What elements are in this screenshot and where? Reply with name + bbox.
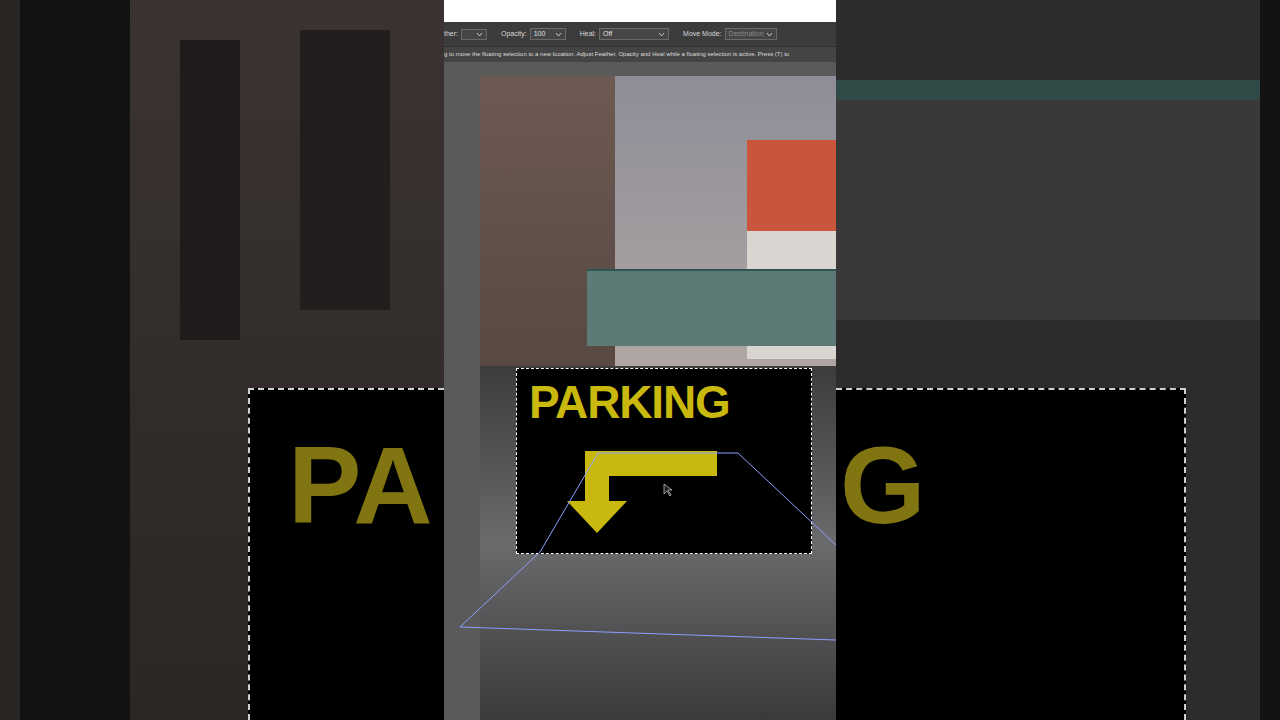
dropdown: Destination xyxy=(725,28,777,41)
blurred-background-left: PA xyxy=(0,0,444,720)
chevron-down-icon xyxy=(476,32,483,37)
field-label: Heal: xyxy=(580,29,596,40)
top-strip xyxy=(444,0,836,22)
workspace: PARKING xyxy=(444,62,836,720)
hint-bar: g to move the floating selection to a ne… xyxy=(444,46,836,62)
field-label: ther: xyxy=(444,29,458,40)
dropdown[interactable]: 100 xyxy=(530,28,566,41)
floating-selection-blur: G xyxy=(836,388,1186,720)
feather-field: ther: xyxy=(444,29,487,40)
heal-field: Heal:Off xyxy=(580,28,669,41)
options-bar: ther: Opacity:100 Heal:Off Move Mode:Destin… xyxy=(444,22,836,46)
arrow-icon xyxy=(567,449,717,539)
move-mode-field: Move Mode:Destination xyxy=(683,28,777,41)
parking-label: PARKING xyxy=(529,379,730,425)
chevron-down-icon xyxy=(555,32,562,37)
blurred-background-right: G xyxy=(836,0,1280,720)
field-label: Opacity: xyxy=(501,29,527,40)
dropdown[interactable]: Off xyxy=(599,28,669,41)
floating-selection-blur: PA xyxy=(248,388,444,720)
opacity-field: Opacity:100 xyxy=(501,28,566,41)
blurred-text: G xyxy=(840,430,926,540)
screen: PA ther: Opacity:100 Heal:Off Move Mode:Dest… xyxy=(0,0,1280,720)
photoshop-window: ther: Opacity:100 Heal:Off Move Mode:Destin… xyxy=(444,0,836,720)
chevron-down-icon xyxy=(766,32,773,37)
perspective-grid-icon xyxy=(444,0,836,720)
blurred-text: PA xyxy=(288,430,433,540)
input-field[interactable] xyxy=(461,29,487,40)
field-label: Move Mode: xyxy=(683,29,722,40)
document-canvas[interactable]: PARKING xyxy=(480,76,836,720)
chevron-down-icon xyxy=(658,32,665,37)
floating-selection[interactable]: PARKING xyxy=(516,368,812,554)
